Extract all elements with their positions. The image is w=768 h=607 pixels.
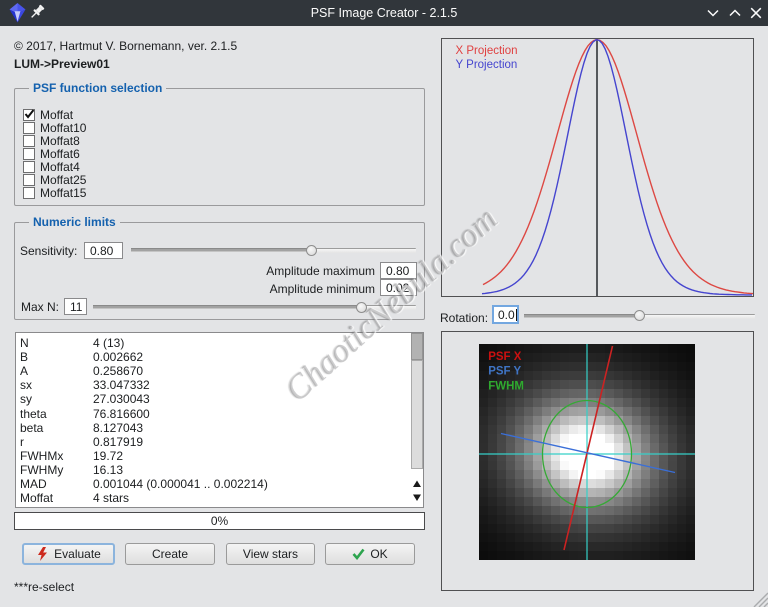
- svg-text:PSF X: PSF X: [488, 351, 522, 363]
- svg-text:FWHM: FWHM: [488, 381, 524, 393]
- svg-text:Y Projection: Y Projection: [456, 59, 518, 71]
- svg-text:PSF Y: PSF Y: [488, 366, 521, 378]
- svg-text:X Projection: X Projection: [456, 45, 518, 57]
